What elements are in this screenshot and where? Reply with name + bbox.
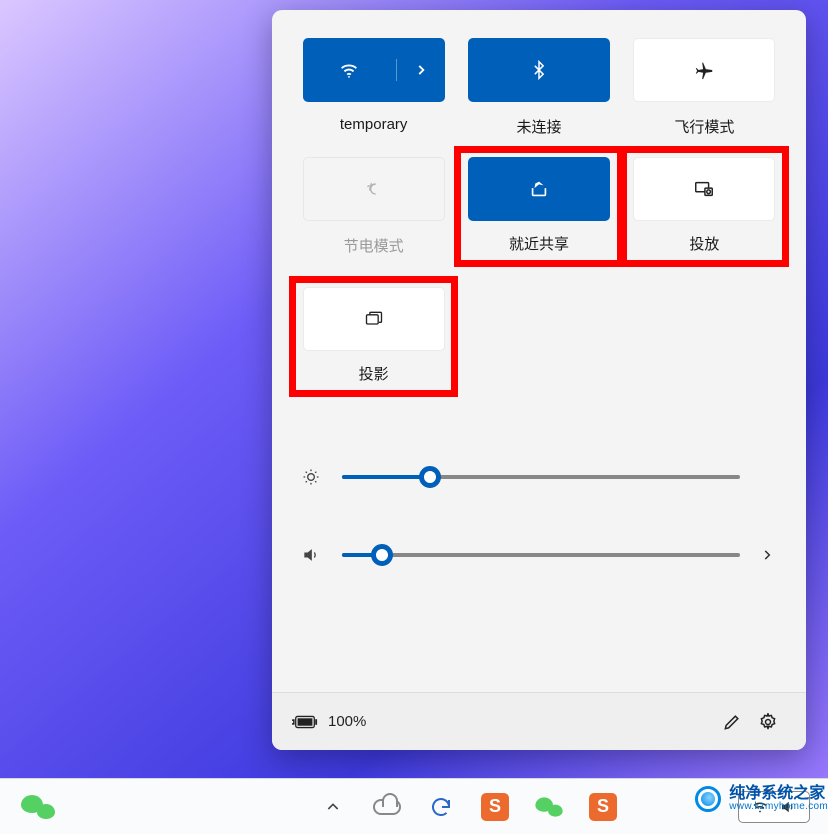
cloud-icon: [373, 799, 401, 815]
tile-wrap-bluetooth: 未连接: [465, 38, 612, 137]
bluetooth-tile[interactable]: [468, 38, 610, 102]
wifi-tile[interactable]: [303, 38, 445, 102]
chevron-up-icon: [325, 799, 341, 815]
tiles-grid: temporary 未连接 飞行模式 节电模式: [300, 38, 778, 397]
airplane-tile[interactable]: [633, 38, 775, 102]
brightness-icon: [300, 467, 322, 487]
tile-wrap-nearby-share: 就近共享: [454, 146, 623, 267]
brightness-thumb[interactable]: [419, 466, 441, 488]
volume-row: [300, 545, 778, 565]
battery-plugged-icon: [292, 713, 318, 731]
pencil-icon: [722, 712, 742, 732]
chevron-right-icon: [414, 63, 428, 77]
wechat-icon: [21, 793, 55, 821]
volume-expand-button[interactable]: [760, 548, 778, 562]
wifi-icon: [338, 59, 360, 81]
sogou-icon: S: [481, 793, 509, 821]
tray-sync[interactable]: [421, 787, 461, 827]
tile-label: 就近共享: [509, 233, 569, 254]
volume-icon: [300, 545, 322, 565]
tile-label: 节电模式: [344, 235, 404, 256]
cast-tile[interactable]: [633, 157, 775, 221]
watermark-url: www.kzmyhome.com: [729, 802, 828, 812]
tile-label: 未连接: [516, 116, 561, 137]
tray-sogou-2[interactable]: S: [583, 787, 623, 827]
brightness-slider[interactable]: [342, 475, 740, 479]
chevron-right-icon: [760, 548, 774, 562]
battery-saver-tile[interactable]: [303, 157, 445, 221]
bluetooth-icon: [529, 58, 549, 82]
sliders-section: [300, 467, 778, 565]
wechat-icon: [535, 795, 562, 817]
sogou-icon: S: [589, 793, 617, 821]
tray-wechat[interactable]: [529, 787, 569, 827]
watermark-logo-icon: [695, 786, 721, 812]
tile-wrap-wifi: temporary: [300, 38, 447, 137]
tray-overflow-button[interactable]: [313, 787, 353, 827]
wifi-expand-button[interactable]: [397, 63, 445, 77]
tile-wrap-project: 投影: [289, 276, 458, 397]
tile-label: 投影: [359, 363, 389, 384]
tray-onedrive[interactable]: [367, 787, 407, 827]
tile-wrap-cast: 投放: [620, 146, 789, 267]
sync-icon: [429, 795, 453, 819]
share-icon: [528, 178, 550, 200]
airplane-icon: [693, 59, 715, 81]
volume-thumb[interactable]: [371, 544, 393, 566]
watermark-title: 纯净系统之家: [729, 786, 828, 802]
settings-button[interactable]: [750, 704, 786, 740]
cast-icon: [692, 178, 716, 200]
tile-label: 投放: [689, 233, 719, 254]
quick-settings-panel: temporary 未连接 飞行模式 节电模式: [272, 10, 806, 750]
tile-wrap-battery-saver: 节电模式: [300, 157, 447, 267]
brightness-row: [300, 467, 778, 487]
project-tile[interactable]: [303, 287, 445, 351]
panel-footer: 100%: [272, 692, 806, 750]
battery-status[interactable]: 100%: [292, 713, 366, 731]
tile-wrap-airplane: 飞行模式: [631, 38, 778, 137]
nearby-share-tile[interactable]: [468, 157, 610, 221]
gear-icon: [758, 712, 778, 732]
edit-button[interactable]: [714, 704, 750, 740]
taskbar-center: S S: [198, 787, 738, 827]
tile-label: 飞行模式: [674, 116, 734, 137]
volume-slider[interactable]: [342, 553, 740, 557]
tile-label: temporary: [340, 116, 408, 133]
watermark: 纯净系统之家 www.kzmyhome.com: [695, 786, 828, 812]
taskbar-app-wechat[interactable]: [18, 787, 58, 827]
tray-sogou-1[interactable]: S: [475, 787, 515, 827]
taskbar-left: [18, 787, 58, 827]
project-icon: [362, 309, 386, 329]
brightness-fill: [342, 475, 430, 479]
battery-text: 100%: [328, 713, 366, 730]
battery-saver-icon: [362, 179, 386, 199]
wifi-toggle[interactable]: [303, 59, 397, 81]
